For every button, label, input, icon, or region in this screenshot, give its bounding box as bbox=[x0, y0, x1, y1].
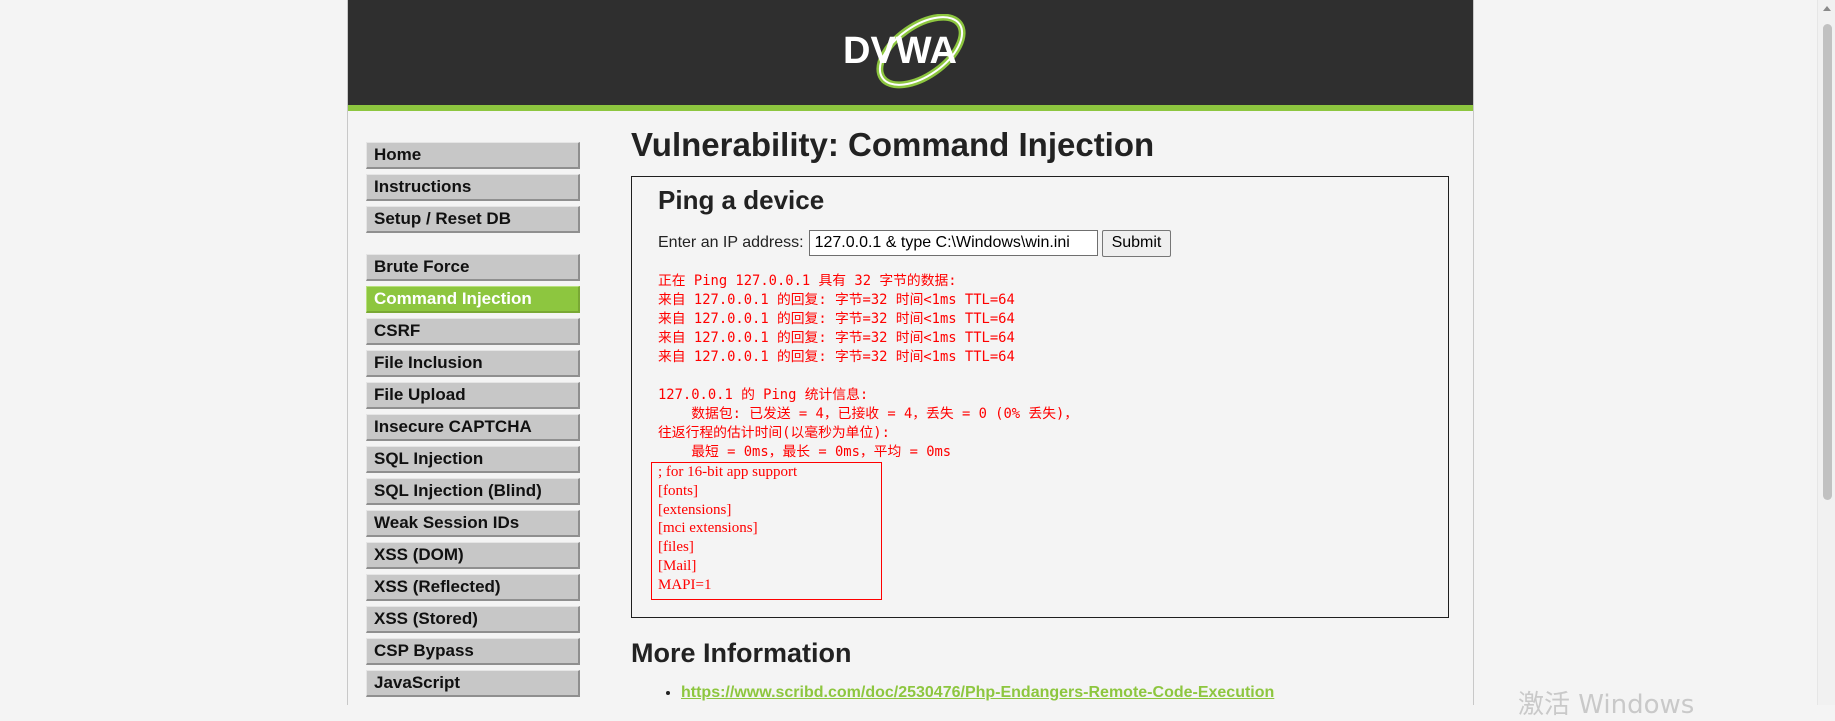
header: DVWA bbox=[348, 0, 1473, 111]
list-item: https://www.scribd.com/doc/2530476/Php-E… bbox=[681, 684, 1451, 702]
menu-item-csp-bypass[interactable]: CSP Bypass bbox=[366, 638, 580, 665]
win-ini-line: [fonts] bbox=[658, 482, 698, 499]
vulnerable-code-area: Ping a device Enter an IP address: Submi… bbox=[631, 176, 1449, 618]
menu-item-instructions[interactable]: Instructions bbox=[366, 174, 580, 201]
menu-item-sql-injection[interactable]: SQL Injection bbox=[366, 446, 580, 473]
menu-item-home[interactable]: Home bbox=[366, 142, 580, 169]
win-ini-output: ; for 16-bit app support [fonts] [extensio… bbox=[651, 462, 882, 600]
more-information-title: More Information bbox=[631, 638, 852, 668]
menu-item-weak-session-ids[interactable]: Weak Session IDs bbox=[366, 510, 580, 537]
ip-address-input[interactable] bbox=[808, 230, 1098, 256]
win-ini-line: ; for 16-bit app support bbox=[658, 464, 798, 480]
page-container: DVWA Home Instructions Setup / Reset DB Br… bbox=[347, 0, 1474, 705]
scrollbar-thumb[interactable] bbox=[1823, 24, 1832, 500]
win-ini-line: [mci extensions] bbox=[658, 520, 758, 537]
ip-address-label: Enter an IP address: bbox=[658, 234, 804, 251]
page-title: Vulnerability: Command Injection bbox=[631, 126, 1155, 163]
win-ini-line: MAPI=1 bbox=[658, 576, 712, 593]
scroll-up-arrow-icon[interactable] bbox=[1823, 6, 1831, 11]
menu-group-vulnerabilities: Brute Force Command Injection CSRF File Inc… bbox=[366, 254, 580, 697]
vertical-scrollbar[interactable] bbox=[1817, 0, 1835, 705]
win-ini-line: [extensions] bbox=[658, 501, 732, 518]
win-ini-line: [files] bbox=[658, 539, 694, 556]
menu-item-setup-reset-db[interactable]: Setup / Reset DB bbox=[366, 206, 580, 233]
menu-item-xss-stored[interactable]: XSS (Stored) bbox=[366, 606, 580, 633]
ping-form: Enter an IP address: Submit bbox=[658, 229, 1172, 257]
more-information-list: https://www.scribd.com/doc/2530476/Php-E… bbox=[631, 684, 1451, 702]
submit-button[interactable]: Submit bbox=[1101, 229, 1172, 257]
menu-group-general: Home Instructions Setup / Reset DB bbox=[366, 142, 580, 233]
menu-item-file-upload[interactable]: File Upload bbox=[366, 382, 580, 409]
windows-activation-watermark: 激活 Windows bbox=[1518, 690, 1695, 720]
menu-item-insecure-captcha[interactable]: Insecure CAPTCHA bbox=[366, 414, 580, 441]
menu-item-file-inclusion[interactable]: File Inclusion bbox=[366, 350, 580, 377]
sidebar-menu: Home Instructions Setup / Reset DB Brute F… bbox=[366, 142, 580, 702]
main-content: Vulnerability: Command Injection Ping a … bbox=[631, 124, 1451, 702]
menu-item-xss-reflected[interactable]: XSS (Reflected) bbox=[366, 574, 580, 601]
win-ini-line: [Mail] bbox=[658, 557, 697, 574]
section-title-ping: Ping a device bbox=[658, 185, 825, 215]
ping-output: 正在 Ping 127.0.0.1 具有 32 字节的数据: 来自 127.0.… bbox=[658, 273, 1079, 460]
reference-link[interactable]: https://www.scribd.com/doc/2530476/Php-E… bbox=[681, 684, 1274, 701]
svg-text:DVWA: DVWA bbox=[843, 30, 957, 72]
menu-item-command-injection[interactable]: Command Injection bbox=[366, 286, 580, 313]
menu-item-xss-dom[interactable]: XSS (DOM) bbox=[366, 542, 580, 569]
menu-item-javascript[interactable]: JavaScript bbox=[366, 670, 580, 697]
menu-item-sql-injection-blind[interactable]: SQL Injection (Blind) bbox=[366, 478, 580, 505]
menu-item-brute-force[interactable]: Brute Force bbox=[366, 254, 580, 281]
menu-item-csrf[interactable]: CSRF bbox=[366, 318, 580, 345]
dvwa-logo[interactable]: DVWA bbox=[841, 14, 981, 90]
